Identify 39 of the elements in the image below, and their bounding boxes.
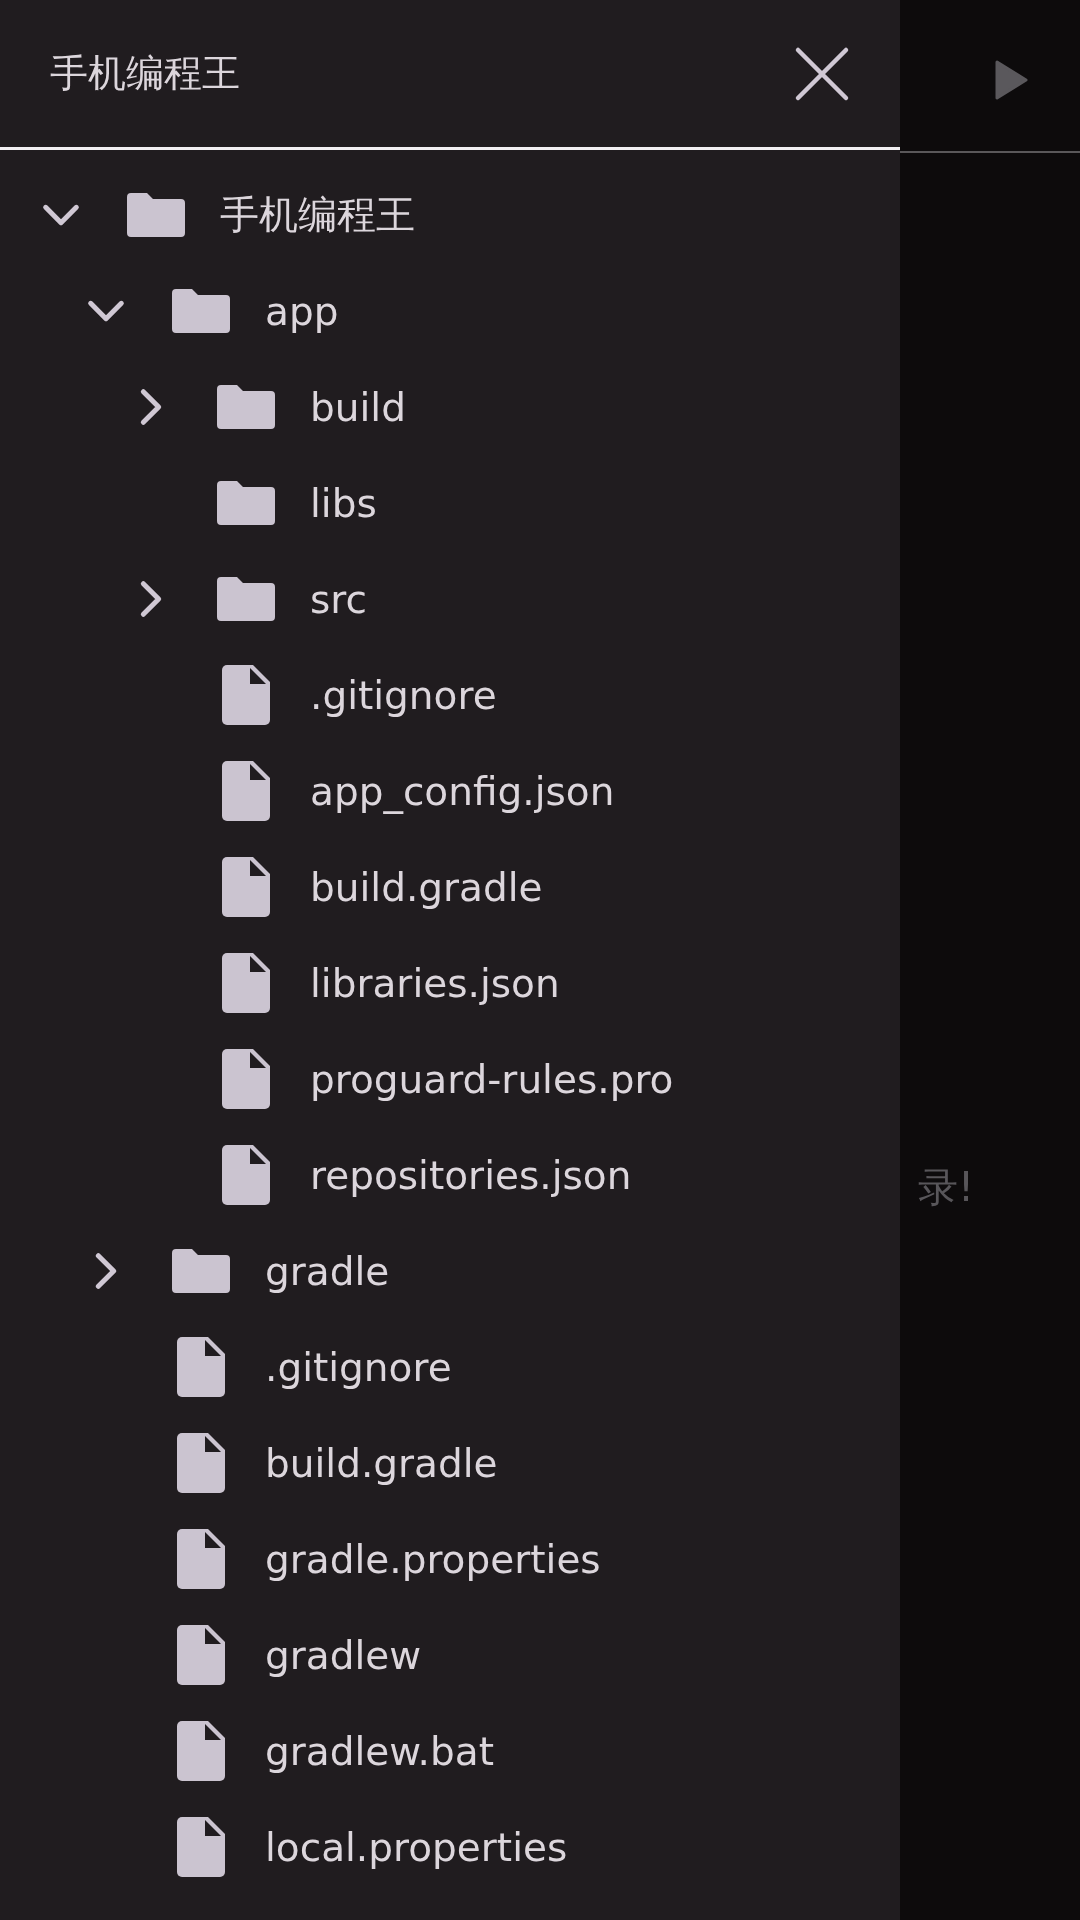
folder-name[interactable]: app	[265, 288, 339, 334]
file-icon	[222, 857, 270, 917]
file-name[interactable]: repositories.json	[310, 1152, 632, 1198]
file-name[interactable]: local.properties	[265, 1824, 568, 1870]
file-icon	[222, 1049, 270, 1109]
folder-name[interactable]: src	[310, 576, 367, 622]
play-icon[interactable]	[994, 60, 1028, 100]
folder-icon	[127, 193, 185, 237]
file-name[interactable]: build.gradle	[265, 1440, 498, 1486]
file-icon	[177, 1625, 225, 1685]
folder-icon	[217, 481, 275, 525]
file-icon	[177, 1817, 225, 1877]
folder-icon	[172, 1249, 230, 1293]
file-name[interactable]: app_config.json	[310, 768, 615, 814]
folder-icon	[217, 577, 275, 621]
file-icon	[177, 1529, 225, 1589]
file-icon	[177, 1433, 225, 1493]
folder-name[interactable]: libs	[310, 480, 377, 526]
file-icon	[222, 1145, 270, 1205]
folder-name[interactable]: build	[310, 384, 406, 430]
file-name[interactable]: libraries.json	[310, 960, 560, 1006]
folder-name[interactable]: gradle	[265, 1248, 390, 1294]
file-name[interactable]: build.gradle	[310, 864, 543, 910]
file-name[interactable]: .gitignore	[265, 1344, 452, 1390]
drawer-title: 手机编程王	[50, 50, 240, 97]
file-icon	[222, 953, 270, 1013]
file-icon	[177, 1721, 225, 1781]
file-icon	[222, 761, 270, 821]
folder-name[interactable]: 手机编程王	[220, 188, 415, 242]
file-name[interactable]: gradle.properties	[265, 1536, 601, 1582]
file-name[interactable]: proguard-rules.pro	[310, 1056, 674, 1102]
empty-message: 录!	[918, 1163, 975, 1212]
folder-icon	[217, 385, 275, 429]
file-name[interactable]: gradlew	[265, 1632, 422, 1678]
folder-icon	[172, 289, 230, 333]
file-icon	[222, 665, 270, 725]
file-name[interactable]: gradlew.bat	[265, 1728, 494, 1774]
file-name[interactable]: .gitignore	[310, 672, 497, 718]
file-icon	[177, 1337, 225, 1397]
